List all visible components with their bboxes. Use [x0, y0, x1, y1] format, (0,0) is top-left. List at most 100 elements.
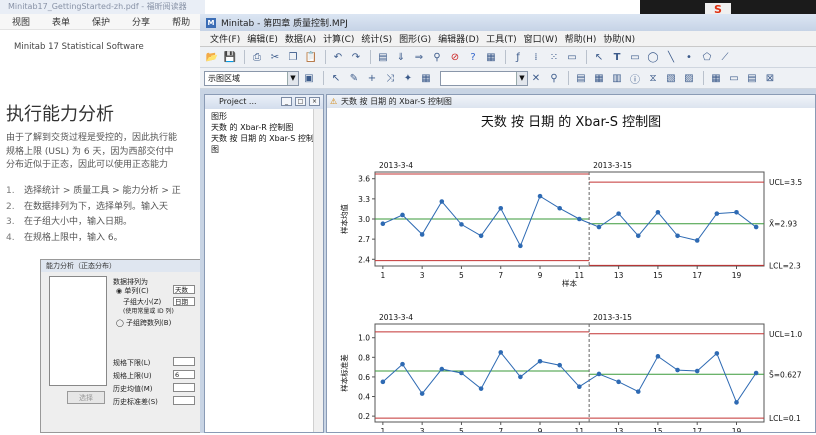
- s-data-point: [635, 389, 641, 394]
- pen-icon[interactable]: ✎: [346, 70, 362, 86]
- pdf-menu-help[interactable]: 帮助: [172, 15, 190, 28]
- dialog-usl-label: 规格上限(U): [113, 372, 152, 380]
- xbar-s-control-chart[interactable]: 天数 按 日期 的 Xbar-S 控制图 2013-3-4 2013-3-15 2.…: [327, 108, 815, 435]
- pdf-menu-protect[interactable]: 保护: [92, 15, 110, 28]
- menu-graph[interactable]: 图形(G): [399, 32, 431, 45]
- graph-window-title-bar: ⚠ 天数 按 日期 的 Xbar-S 控制图: [327, 95, 815, 108]
- report-icon[interactable]: ▧: [663, 70, 679, 86]
- id-variable-select[interactable]: ▼: [440, 70, 528, 86]
- info-icon[interactable]: ⓘ: [627, 70, 643, 86]
- session-window-icon[interactable]: ▤: [573, 70, 589, 86]
- xbar-x-tick-label: 5: [459, 271, 464, 280]
- menu-stat[interactable]: 统计(S): [361, 32, 392, 45]
- crosshair-icon[interactable]: +: [364, 70, 380, 86]
- s-x-tick-label: 13: [614, 427, 624, 432]
- doc-step-number: 3.: [6, 217, 15, 227]
- graph-properties-icon[interactable]: ▣: [301, 70, 317, 86]
- minimize-icon[interactable]: _: [281, 97, 292, 106]
- menu-file[interactable]: 文件(F): [210, 32, 240, 45]
- menu-tools[interactable]: 工具(T): [486, 32, 517, 45]
- menu-help[interactable]: 帮助(H): [565, 32, 597, 45]
- doc-step: 3. 在子组大小中，输入日期。: [6, 215, 181, 231]
- edit-last-dialog-icon[interactable]: ▤: [375, 49, 391, 65]
- graph-edit-icon[interactable]: ⁙: [546, 49, 562, 65]
- ellipse-tool-icon[interactable]: ◯: [645, 49, 661, 65]
- dialog-subgroup-across-radio: ◯ 子组跨数列(B): [116, 319, 172, 327]
- toolbar-separator: [370, 50, 371, 64]
- doc-steps-list: 1. 选择统计 > 质量工具 > 能力分析 > 正 2. 在数据排列为下，选择单列。…: [6, 184, 181, 246]
- brush-select-icon[interactable]: ⤨: [382, 70, 398, 86]
- zoom-icon[interactable]: ⚲: [546, 70, 562, 86]
- print-icon[interactable]: ⎙: [249, 49, 265, 65]
- dialog-single-column-field: 天数: [173, 285, 195, 294]
- maximize-icon[interactable]: □: [295, 97, 306, 106]
- menu-window[interactable]: 窗口(W): [524, 32, 558, 45]
- rectangle-tool-icon[interactable]: ▭: [627, 49, 643, 65]
- xbar-x-tick-label: 19: [732, 271, 742, 280]
- polyline-tool-icon[interactable]: ⟋: [717, 49, 733, 65]
- project-tree-item-xbar-r[interactable]: 天数 的 Xbar-R 控制图: [211, 122, 317, 133]
- xbar-y-axis-label: 样本均值: [339, 204, 349, 234]
- chevron-down-icon[interactable]: ▼: [287, 71, 298, 85]
- layout-icon[interactable]: ▭: [564, 49, 580, 65]
- data-window-icon[interactable]: ▦: [418, 70, 434, 86]
- line-tool-icon[interactable]: ╲: [663, 49, 679, 65]
- menu-editor[interactable]: 编辑器(D): [438, 32, 479, 45]
- brush-icon[interactable]: ⁞: [528, 49, 544, 65]
- save-icon[interactable]: 💾: [222, 49, 238, 65]
- polygon-tool-icon[interactable]: ⬠: [699, 49, 715, 65]
- text-tool-icon[interactable]: T: [609, 49, 625, 65]
- doc-step-number: 2.: [6, 201, 15, 212]
- clear-icon[interactable]: ✕: [528, 70, 544, 86]
- s-x-tick-label: 5: [459, 427, 464, 432]
- tile-windows-icon[interactable]: ▦: [708, 70, 724, 86]
- arrange-icons-icon[interactable]: ▤: [744, 70, 760, 86]
- project-manager-icon[interactable]: ▨: [681, 70, 697, 86]
- marker-icon[interactable]: ✦: [400, 70, 416, 86]
- close-all-graphs-icon[interactable]: ⊠: [762, 70, 778, 86]
- find-icon[interactable]: ⚲: [429, 49, 445, 65]
- open-file-icon[interactable]: 📂: [204, 49, 220, 65]
- select-tool-icon[interactable]: ↖: [591, 49, 607, 65]
- copy-icon[interactable]: ❐: [285, 49, 301, 65]
- worksheet-icon[interactable]: ▦: [591, 70, 607, 86]
- dot-tool-icon[interactable]: •: [681, 49, 697, 65]
- cut-icon[interactable]: ✂: [267, 49, 283, 65]
- close-icon[interactable]: ×: [309, 97, 320, 106]
- menu-calc[interactable]: 计算(C): [323, 32, 354, 45]
- pdf-menu-view[interactable]: 视图: [12, 15, 30, 28]
- minitab-app-icon: M: [206, 17, 216, 28]
- redo-icon[interactable]: ↷: [348, 49, 364, 65]
- paste-icon[interactable]: 📋: [303, 49, 319, 65]
- cascade-windows-icon[interactable]: ▭: [726, 70, 742, 86]
- select-arrow-icon[interactable]: ↖: [328, 70, 344, 86]
- help-icon[interactable]: ?: [465, 49, 481, 65]
- pdf-menu-share[interactable]: 分享: [132, 15, 150, 28]
- menu-edit[interactable]: 编辑(E): [247, 32, 278, 45]
- doc-step-text: 在数据排列为下，选择单列。输入天: [24, 201, 169, 212]
- graph-toolbar: 示图区域 ▼ ▣ ↖ ✎ + ⤨ ✦ ▦ ▼ ✕ ⚲ ▤ ▦ ▥ ⓘ ⧖ ▧ ▨ …: [200, 68, 816, 89]
- graph-region-select[interactable]: 示图区域 ▼: [204, 70, 299, 86]
- chevron-down-icon[interactable]: ▼: [516, 71, 527, 85]
- s-x-tick-label: 9: [538, 427, 543, 432]
- toolbar-separator: [703, 71, 704, 85]
- s-data-point: [675, 367, 680, 373]
- s-chart-panel: 2013-3-4 2013-3-150.20.40.60.81.01 3 5 7 9 11 1…: [339, 313, 802, 435]
- stop-icon[interactable]: ⊘: [447, 49, 463, 65]
- insert-row-icon[interactable]: ⇓: [393, 49, 409, 65]
- project-panel-scrollbar[interactable]: [313, 109, 323, 432]
- xbar-data-point: [459, 222, 464, 227]
- undo-icon[interactable]: ↶: [330, 49, 346, 65]
- xbar-chart-panel: 2013-3-4 2013-3-152.42.73.03.33.61 3 5 7 9 11 1…: [339, 161, 802, 288]
- menu-assistant[interactable]: 协助(N): [603, 32, 635, 45]
- pdf-menu-form[interactable]: 表单: [52, 15, 70, 28]
- project-tree-folder-graphs[interactable]: 图形: [211, 111, 317, 122]
- minitab-title: Minitab - 第四章 质量控制.MPJ: [221, 19, 348, 29]
- graph-window-icon[interactable]: ▥: [609, 70, 625, 86]
- assistant-icon[interactable]: ▦: [483, 49, 499, 65]
- project-tree-item-xbar-s[interactable]: 天数 按 日期 的 Xbar-S 控制图: [211, 133, 317, 155]
- insert-col-icon[interactable]: ⇒: [411, 49, 427, 65]
- history-icon[interactable]: ⧖: [645, 70, 661, 86]
- menu-data[interactable]: 数据(A): [285, 32, 316, 45]
- formula-icon[interactable]: ƒ: [510, 49, 526, 65]
